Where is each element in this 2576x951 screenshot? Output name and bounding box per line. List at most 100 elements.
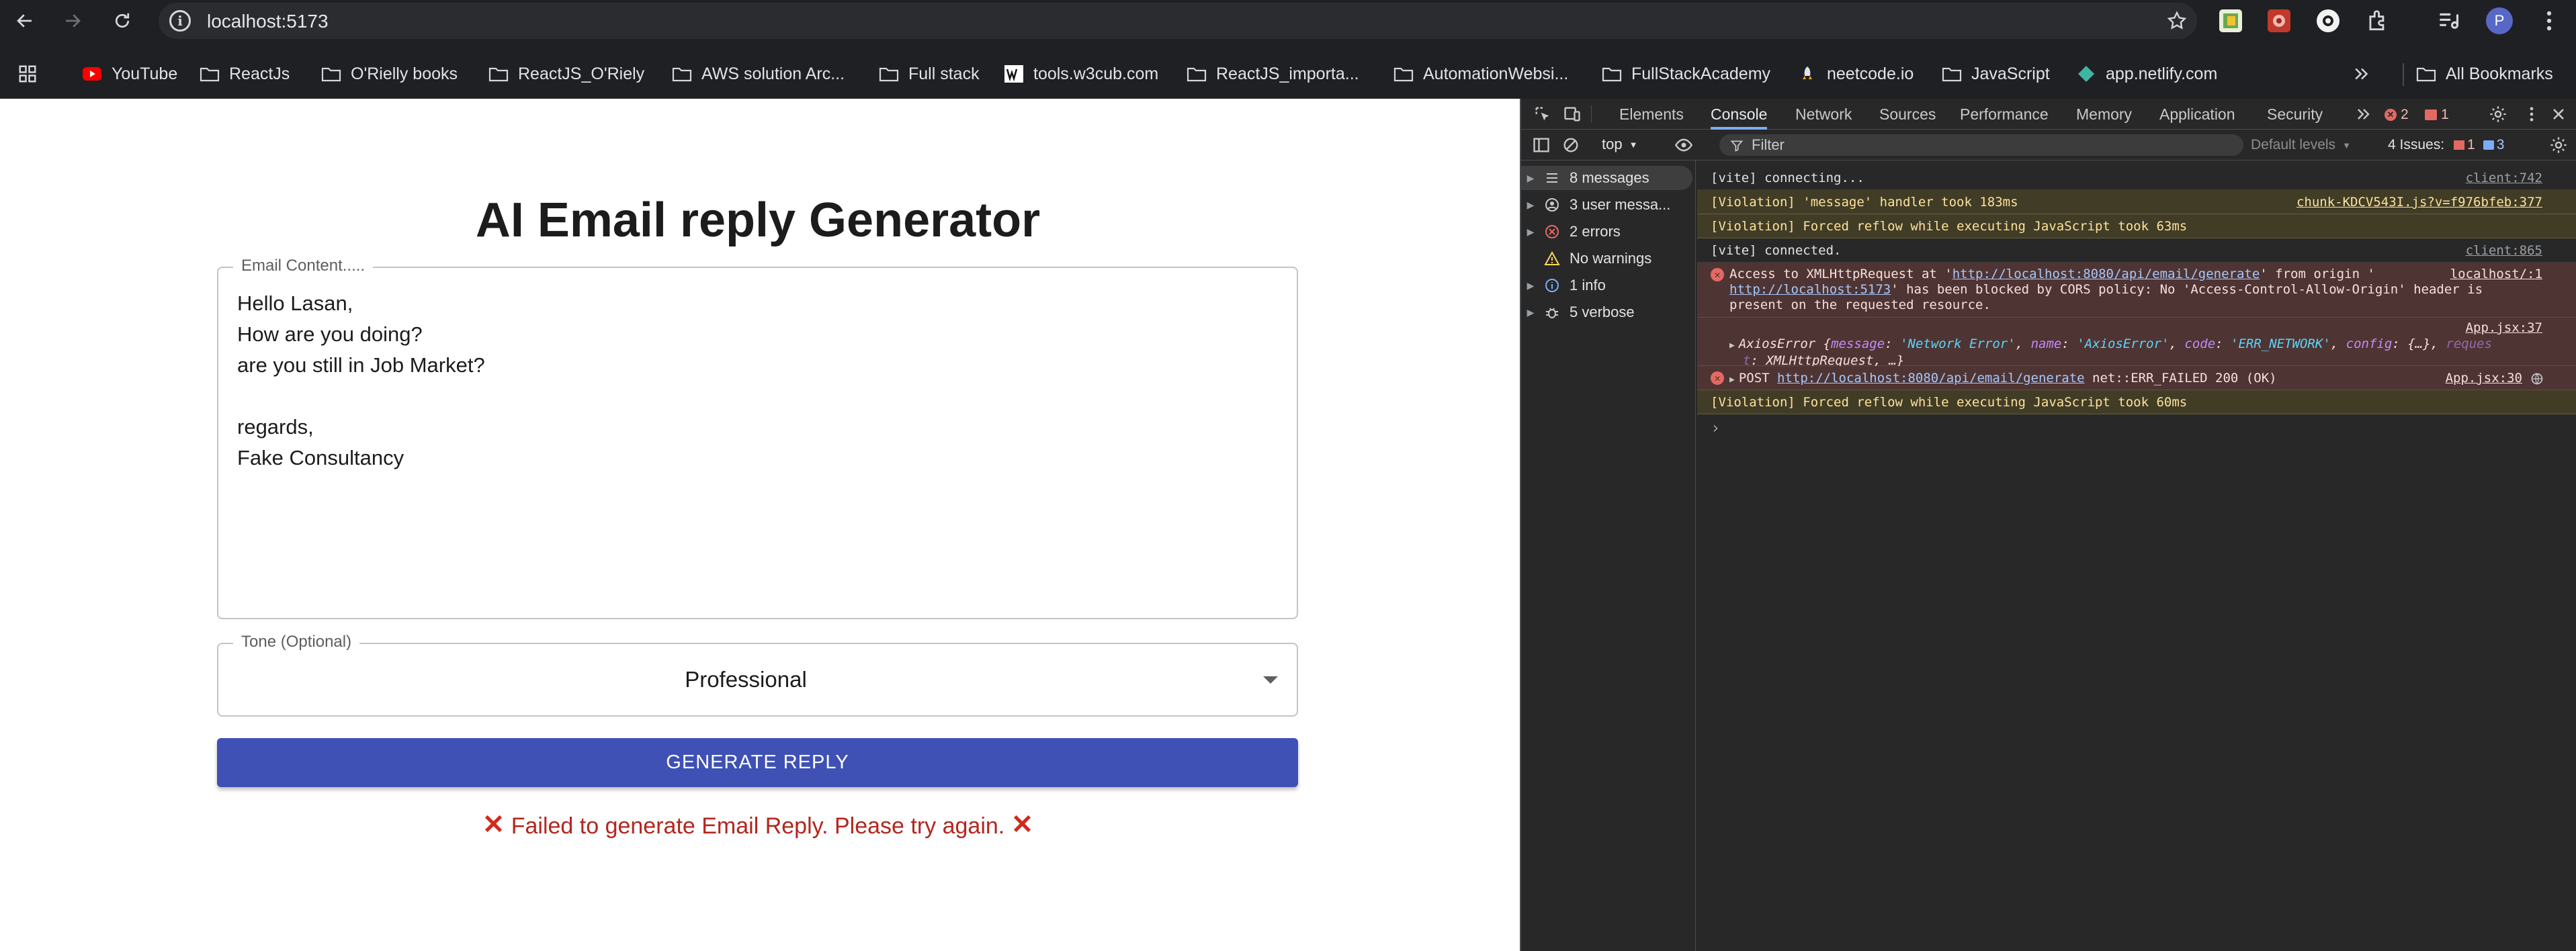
issue-info-icon (2483, 140, 2494, 150)
console-filter-input[interactable]: Filter (1719, 134, 2243, 156)
console-warning-row: [Violation] Forced reflow while executin… (1697, 214, 2576, 238)
console-output: [vite] connecting... client:742 [Violati… (1697, 161, 2576, 951)
source-link[interactable]: App.jsx:30 (2446, 366, 2522, 390)
bookmark-folder-reactjs[interactable]: ReactJs (200, 63, 290, 85)
bookmark-w3cub[interactable]: tools.w3cub.com (1004, 63, 1158, 85)
sidebar-toggle-icon[interactable] (1532, 136, 1551, 154)
page-title: AI Email reply Generator (475, 193, 1041, 247)
tab-sources[interactable]: Sources (1879, 99, 1936, 130)
devtools-close-icon[interactable] (2549, 105, 2568, 124)
bookmark-folder-javascript[interactable]: JavaScript (1942, 63, 2050, 85)
more-bookmarks-chevron-icon[interactable] (2352, 63, 2378, 85)
site-info-icon[interactable]: i (169, 10, 191, 32)
address-bar[interactable]: i localhost:5173 (159, 3, 2197, 39)
tone-selected-value[interactable]: Professional (218, 667, 1273, 692)
expand-triangle-icon[interactable]: ▶ (1521, 199, 1540, 211)
bookmark-folder-aws[interactable]: AWS solution Arc... (672, 63, 845, 85)
sidebar-item-messages[interactable]: ▶ 8 messages (1521, 166, 1692, 190)
console-prompt[interactable]: › (1711, 418, 1720, 437)
bookmark-neetcode[interactable]: neetcode.io (1797, 63, 1914, 85)
error-icon: ✕ (1711, 268, 1724, 281)
dropdown-arrow-icon[interactable] (1263, 676, 1278, 684)
device-toolbar-icon[interactable] (1563, 105, 1582, 124)
tab-elements[interactable]: Elements (1619, 99, 1684, 130)
bookmark-folder-full-stack[interactable]: Full stack (879, 63, 980, 85)
error-x-icon: ✕ (482, 810, 505, 840)
email-content-field[interactable]: Email Content..... Hello Lasan, How are … (217, 257, 1298, 619)
browser-menu-icon[interactable] (2536, 8, 2562, 34)
forward-button[interactable] (58, 6, 87, 36)
inspect-element-icon[interactable] (1533, 105, 1552, 124)
tab-performance[interactable]: Performance (1960, 99, 2049, 130)
console-warning-row: [Violation] Forced reflow while executin… (1697, 390, 2576, 414)
sidebar-item-errors[interactable]: ▶ 2 errors (1521, 220, 1696, 244)
console-error-row: ✕ ▶ POST http://localhost:8080/api/email/… (1697, 366, 2576, 390)
profile-avatar[interactable]: P (2486, 7, 2513, 34)
expand-triangle-icon[interactable]: ▶ (1521, 173, 1540, 184)
expand-triangle-icon[interactable]: ▶ (1521, 307, 1540, 318)
sidebar-item-user-messages[interactable]: ▶ 3 user messa... (1521, 193, 1696, 217)
bookmark-folder-orielly-books[interactable]: O'Rielly books (321, 63, 458, 85)
back-button[interactable] (10, 6, 40, 36)
bookmark-folder-reactjs-importa[interactable]: ReactJS_importa... (1187, 63, 1359, 85)
devtools-settings-gear-icon[interactable] (2489, 105, 2507, 124)
extension-green-icon[interactable] (2219, 9, 2242, 32)
clear-console-icon[interactable] (1561, 136, 1580, 154)
tab-memory[interactable]: Memory (2076, 99, 2132, 130)
console-settings-gear-icon[interactable] (2549, 136, 2568, 154)
devtools-more-icon[interactable] (2522, 105, 2541, 124)
extensions-puzzle-icon[interactable] (2365, 8, 2391, 34)
expand-triangle-icon[interactable]: ▶ (1521, 280, 1540, 291)
context-selector[interactable]: top ▼ (1602, 136, 1637, 153)
tab-security[interactable]: Security (2267, 99, 2323, 130)
tab-console[interactable]: Console (1711, 99, 1768, 130)
expand-triangle-icon[interactable]: ▶ (1729, 341, 1735, 351)
expand-triangle-icon[interactable]: ▶ (1729, 375, 1735, 385)
sidebar-item-info[interactable]: ▶ 1 info (1521, 273, 1696, 298)
folder-icon (879, 67, 899, 82)
all-bookmarks-folder[interactable]: All Bookmarks (2416, 63, 2553, 85)
reload-icon (115, 13, 130, 28)
media-control-icon[interactable] (2436, 8, 2461, 34)
bookmark-netlify[interactable]: app.netlify.com (2076, 63, 2217, 85)
bookmark-star-icon[interactable] (2166, 10, 2188, 32)
extension-red-icon[interactable] (2268, 9, 2290, 32)
source-link[interactable]: localhost/:1 (2450, 267, 2542, 282)
email-content-textarea[interactable]: Hello Lasan, How are you doing? are you … (237, 288, 1272, 604)
url-text[interactable]: localhost:5173 (207, 11, 329, 32)
bookmark-youtube[interactable]: YouTube (82, 63, 177, 85)
app-page: AI Email reply Generator Email Content..… (0, 99, 1520, 951)
error-text: Failed to generate Email Reply. Please t… (511, 813, 1005, 839)
reload-button[interactable] (108, 6, 137, 36)
tab-application[interactable]: Application (2159, 99, 2235, 130)
sidebar-item-warnings[interactable]: No warnings (1521, 246, 1696, 271)
extension-circle-icon[interactable] (2317, 9, 2339, 32)
apps-grid-icon[interactable] (17, 64, 38, 84)
issue-flag-icon (2425, 109, 2437, 120)
sidebar-item-verbose[interactable]: ▶ 5 verbose (1521, 300, 1696, 324)
browser-toolbar: i localhost:5173 P (0, 0, 2576, 42)
bookmark-folder-fullstackacademy[interactable]: FullStackAcademy (1602, 63, 1770, 85)
expand-triangle-icon[interactable]: ▶ (1521, 226, 1540, 238)
network-request-icon[interactable] (2530, 372, 2544, 386)
w3cub-icon (1004, 65, 1023, 83)
generate-reply-button[interactable]: GENERATE REPLY (217, 738, 1298, 787)
source-link[interactable]: App.jsx:37 (2466, 320, 2542, 336)
bookmark-folder-reactjs-oriely[interactable]: ReactJS_O'Riely (488, 63, 644, 85)
source-link[interactable]: client:742 (2466, 166, 2542, 190)
log-levels-dropdown[interactable]: Default levels ▼ (2251, 137, 2351, 153)
source-link[interactable]: client:865 (2466, 238, 2542, 263)
issues-counter[interactable]: 1 (2425, 107, 2449, 123)
error-circle-icon (1540, 223, 1564, 240)
bookmark-folder-automationwebsi[interactable]: AutomationWebsi... (1393, 63, 1568, 85)
tone-select[interactable]: Tone (Optional) Professional (217, 633, 1298, 717)
live-expression-eye-icon[interactable] (1674, 136, 1693, 154)
browser-chrome: i localhost:5173 P YouTube ReactJs O'Rie… (0, 0, 2576, 99)
source-link[interactable]: chunk-KDCV543I.js?v=f976bfeb:377 (2296, 190, 2542, 214)
error-icon: ✕ (1711, 371, 1724, 385)
error-x-icon: ✕ (1011, 810, 1034, 840)
more-tabs-chevron-icon[interactable] (2354, 105, 2373, 124)
error-counter[interactable]: ✕ 2 (2385, 107, 2409, 123)
tab-network[interactable]: Network (1795, 99, 1852, 130)
issues-summary[interactable]: 4 Issues: 1 3 (2388, 137, 2504, 153)
